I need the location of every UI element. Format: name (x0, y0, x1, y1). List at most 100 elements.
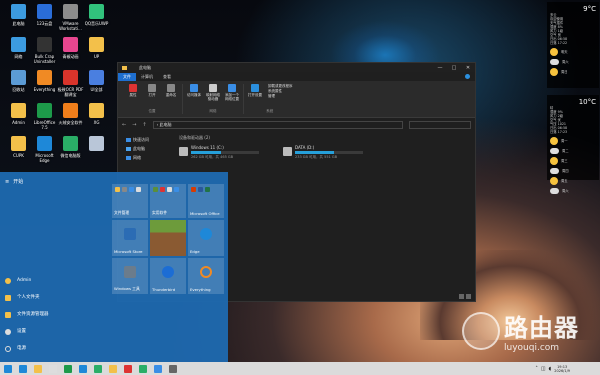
start-file-explorer[interactable]: 文件资源管理器 (5, 306, 49, 323)
ribbon: 属性 打开 重命名 位置 访问媒体 映射网络驱动器 添加一个网络位置 网络 打开… (118, 81, 475, 118)
tile-thunderbird[interactable]: Thunderbird (150, 258, 186, 294)
add-network-location-button[interactable]: 添加一个网络位置 (224, 84, 240, 109)
chevron-up-icon[interactable]: ˄ (535, 366, 538, 372)
nav-quick-access[interactable]: 快速访问 (126, 135, 165, 144)
desktop-icon[interactable] (83, 136, 110, 153)
app-icon (153, 187, 158, 192)
open-settings-button[interactable]: 打开设置 (247, 84, 263, 109)
app-icon (11, 103, 26, 118)
desktop-icon[interactable]: 青椒动画 (57, 37, 84, 59)
access-media-button[interactable]: 访问媒体 (186, 84, 202, 109)
tile-microsoft-store[interactable]: Microsoft Store (112, 220, 148, 256)
taskbar-app-button[interactable] (105, 362, 120, 375)
desktop-icon[interactable]: Bulk Crap Uninstaller (31, 37, 58, 64)
map-drive-button[interactable]: 映射网络驱动器 (205, 84, 221, 109)
manage-link[interactable]: 管理 (268, 94, 293, 99)
desktop-icon[interactable]: UP (83, 37, 110, 59)
taskbar-app-button[interactable] (165, 362, 180, 375)
hamburger-icon[interactable]: ≡ (5, 179, 9, 185)
network-icon[interactable]: ◫ (541, 366, 546, 372)
drive-d[interactable]: DATA (D:) 233 GB 可用，共 551 GB (283, 145, 363, 160)
details-view-button[interactable] (459, 294, 464, 299)
desktop-icon[interactable]: 此电脑 (5, 4, 32, 26)
taskbar-app-button[interactable] (135, 362, 150, 375)
desktop-icon-label: VMware Workstati... (59, 21, 82, 31)
tile-folder-file-manager[interactable]: 文件管理 (112, 184, 148, 218)
properties-button[interactable]: 属性 (125, 84, 141, 109)
volume-icon[interactable]: ◖ (549, 366, 552, 372)
taskbar-app-button[interactable] (30, 362, 45, 375)
taskbar-app-button[interactable] (60, 362, 75, 375)
taskbar-app-button[interactable] (90, 362, 105, 375)
title-bar[interactable]: 此电脑 — □ ✕ (118, 63, 475, 72)
taskbar-app-icon (168, 364, 177, 373)
taskbar-app-button[interactable] (45, 362, 60, 375)
minimize-button[interactable]: — (433, 65, 447, 71)
maximize-button[interactable]: □ (447, 65, 461, 71)
forecast-row: 周日 (550, 68, 596, 76)
section-header[interactable]: 设备和驱动器 (2) (179, 135, 469, 141)
taskbar-app-button[interactable] (120, 362, 135, 375)
tiles-view-button[interactable] (466, 294, 471, 299)
tile-windows-tools[interactable]: Windows 工具 (112, 258, 148, 294)
tile-folder-utilities[interactable]: 实用软件 (150, 184, 186, 218)
tile-everything[interactable]: Everything (188, 258, 224, 294)
desktop-icon-label: Microsoft Edge (35, 153, 54, 163)
start-personal-folder[interactable]: 个人文件夹 (5, 289, 49, 306)
taskbar-app-button[interactable] (15, 362, 30, 375)
desktop-icon[interactable]: 网络 (5, 37, 32, 59)
taskbar-app-button[interactable] (75, 362, 90, 375)
back-arrow-icon[interactable]: ← (122, 122, 126, 128)
desktop-icon[interactable]: CUPK (5, 136, 32, 158)
desktop-icon-label: Admin (12, 120, 25, 125)
start-settings[interactable]: 设置 (5, 323, 49, 340)
forward-arrow-icon[interactable]: → (132, 122, 136, 128)
start-button[interactable] (0, 362, 15, 375)
clock[interactable]: 19:13 2026/1/9 (554, 365, 570, 373)
weather-detail: 日落 17:23 (550, 130, 568, 134)
desktop-icon[interactable]: 微信电脑版 (57, 136, 84, 158)
address-field[interactable]: › 此电脑 (152, 120, 403, 129)
desktop-icon-label: 微信电脑版 (60, 153, 81, 158)
tile-edge[interactable]: Edge (188, 220, 224, 256)
forecast-day: 周日 (561, 70, 568, 74)
taskbar-app-button[interactable] (150, 362, 165, 375)
desktop-icon[interactable]: Admin (5, 103, 32, 125)
up-arrow-icon[interactable]: ↑ (142, 122, 146, 128)
app-icon (89, 4, 104, 19)
desktop-icon[interactable]: VMware Workstati... (57, 4, 84, 31)
nav-this-pc[interactable]: 此电脑 (126, 144, 165, 153)
desktop-icon[interactable]: 火绒安全软件 (57, 103, 84, 125)
desktop-icon[interactable]: XG (83, 103, 110, 125)
desktop-icon[interactable]: 极致OCR PDF翻译宝 (57, 70, 84, 97)
desktop-icon[interactable]: Everything (31, 70, 58, 92)
desktop-icon[interactable]: QQ音乐UWP (83, 4, 110, 26)
search-input[interactable] (409, 120, 471, 129)
desktop-icon-label: 123云盘 (36, 21, 53, 26)
help-icon[interactable] (465, 74, 470, 79)
desktop-icon[interactable]: LibreOffice 7.5 (31, 103, 58, 130)
tile-microsoft-office[interactable]: Microsoft Office (188, 184, 224, 218)
tab-view[interactable]: 查看 (158, 73, 176, 81)
app-icon (37, 70, 52, 85)
watermark-title: 路由器 (504, 314, 579, 342)
explorer-icon (122, 65, 127, 70)
rename-button[interactable]: 重命名 (163, 84, 179, 109)
desktop-icon[interactable]: 回收站 (5, 70, 32, 92)
desktop-icon[interactable]: Microsoft Edge (31, 136, 58, 163)
nav-network[interactable]: 网络 (126, 153, 165, 162)
weather-widget-2[interactable]: 10°C 晴湿度 9% 风力 2级 空气 优气压 1021 日出 06:58 日落 17… (547, 95, 599, 194)
start-user-admin[interactable]: Admin (5, 272, 49, 289)
drive-c[interactable]: Windows 11 (C:) 262 GB 可用，共 465 GB (179, 145, 259, 160)
tile-minecraft[interactable] (150, 220, 186, 256)
desktop-icon[interactable]: 123云盘 (31, 4, 58, 26)
weather-widget-1[interactable]: 9°C 多云 欢迎使用 天气插件 湿度 8% 风力 1级 空气 良日出 06:58 日落 1… (547, 2, 599, 88)
start-power[interactable]: 电源 (5, 340, 49, 357)
tab-computer[interactable]: 计算机 (136, 73, 158, 81)
close-button[interactable]: ✕ (461, 65, 475, 71)
desktop-icon[interactable]: UI全部 (83, 70, 110, 92)
open-button[interactable]: 打开 (144, 84, 160, 109)
tab-file[interactable]: 文件 (118, 72, 136, 81)
start-header[interactable]: ≡ 开始 (0, 172, 90, 191)
app-icon (63, 70, 78, 85)
